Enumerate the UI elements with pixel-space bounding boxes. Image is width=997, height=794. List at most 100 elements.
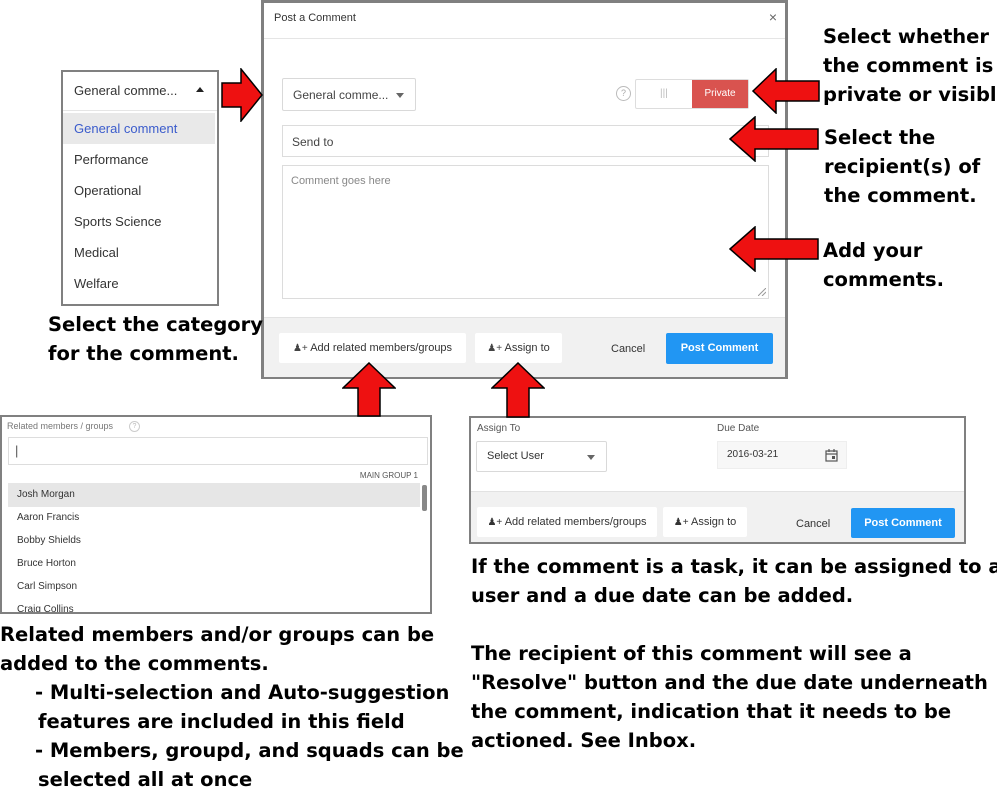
category-option-operational[interactable]: Operational [63, 175, 215, 206]
add-member-icon: ♟+ [292, 343, 308, 354]
related-members-label: Related members / groups [7, 421, 114, 431]
category-dropdown-header[interactable]: General comme... [63, 72, 217, 111]
assign-to-label: Assign to [691, 516, 737, 528]
arrow-right-icon [221, 68, 263, 122]
calendar-icon[interactable] [825, 449, 838, 462]
member-name: Carl Simpson [17, 581, 78, 592]
help-icon[interactable]: ? [616, 86, 631, 101]
annotation-related-members: Related members and/or groups can be add… [0, 620, 464, 794]
toggle-private-option[interactable]: Private [692, 80, 748, 108]
assign-to-button[interactable]: ♟+ Assign to [663, 507, 747, 537]
annotation-recipients: Select the recipient(s) of the comment. [824, 123, 980, 210]
arrow-left-icon [752, 68, 820, 114]
category-dropdown-panel: General comme... General comment Perform… [61, 70, 219, 306]
category-option-label: Sports Science [74, 214, 162, 229]
annotation-line: private or visible. [823, 83, 997, 106]
arrow-up-icon [342, 362, 396, 417]
category-option-label: Performance [74, 152, 149, 167]
resize-handle-icon[interactable] [758, 288, 766, 296]
send-to-input[interactable]: Send to [282, 125, 769, 157]
post-comment-button[interactable]: Post Comment [851, 508, 955, 538]
toggle-visible-option[interactable]: ||| [660, 88, 668, 99]
arrow-up-icon [491, 362, 545, 418]
annotation-line: Select the category [48, 313, 264, 336]
arrow-left-icon [729, 226, 819, 272]
annotation-private-visible: Select whether the comment is private or… [823, 22, 997, 109]
toggle-private-label: Private [704, 88, 736, 99]
select-user-dropdown[interactable]: Select User [476, 441, 607, 472]
annotation-task: If the comment is a task, it can be assi… [471, 552, 997, 610]
annotation-line: user and a due date can be added. [471, 584, 854, 607]
category-dropdown-selected: General comme... [74, 83, 178, 98]
help-icon[interactable]: ? [129, 421, 140, 432]
cancel-button[interactable]: Cancel [796, 518, 830, 530]
annotation-line: - Members, groupd, and squads can be [35, 739, 464, 762]
category-option-label: General comment [74, 121, 178, 136]
assign-user-icon: ♟+ [487, 343, 503, 354]
comment-textarea[interactable]: Comment goes here [282, 165, 769, 299]
member-list: Josh Morgan Aaron Francis Bobby Shields … [8, 483, 420, 614]
category-option-label: Medical [74, 245, 119, 260]
add-related-members-button[interactable]: ♟+ Add related members/groups [279, 333, 466, 363]
assign-panel: Assign To Select User Due Date 2016-03-2… [469, 416, 966, 544]
annotation-line: Add your [823, 239, 923, 262]
annotation-line: actioned. See Inbox. [471, 729, 697, 752]
list-item[interactable]: Carl Simpson [8, 576, 420, 599]
annotation-resolve: The recipient of this comment will see a… [471, 639, 988, 755]
modal-header: Post a Comment × [264, 3, 785, 39]
annotation-line: "Resolve" button and the due date undern… [471, 671, 988, 694]
group-header: MAIN GROUP 1 [359, 471, 418, 480]
due-date-heading: Due Date [717, 423, 760, 434]
annotation-line: the comment is [823, 54, 994, 77]
annotation-line: features are included in this field [38, 710, 405, 733]
related-members-panel: Related members / groups ? | MAIN GROUP … [0, 415, 432, 614]
annotation-line: Related members and/or groups can be [0, 623, 435, 646]
member-name: Josh Morgan [17, 489, 75, 500]
assign-user-icon: ♟+ [673, 517, 689, 528]
category-option-welfare[interactable]: Welfare [63, 268, 215, 299]
annotation-line: The recipient of this comment will see a [471, 642, 912, 665]
due-date-input[interactable]: 2016-03-21 [717, 441, 847, 469]
comment-placeholder: Comment goes here [291, 175, 391, 187]
add-member-icon: ♟+ [487, 517, 503, 528]
assign-to-button[interactable]: ♟+ Assign to [475, 333, 562, 363]
list-item[interactable]: Aaron Francis [8, 507, 420, 530]
category-option-sports-science[interactable]: Sports Science [63, 206, 215, 237]
category-option-performance[interactable]: Performance [63, 144, 215, 175]
add-related-members-button[interactable]: ♟+ Add related members/groups [477, 507, 657, 537]
list-item[interactable]: Josh Morgan [8, 483, 420, 507]
text-cursor: | [15, 443, 19, 458]
category-select-value: General comme... [293, 88, 389, 102]
assign-to-heading: Assign To [477, 423, 521, 434]
post-comment-label: Post Comment [680, 342, 759, 354]
visibility-toggle[interactable]: ||| Private [635, 79, 749, 109]
scrollbar[interactable] [422, 485, 427, 511]
post-comment-button[interactable]: Post Comment [666, 333, 773, 364]
related-members-input[interactable]: | [8, 437, 428, 465]
category-option-label: Operational [74, 183, 142, 198]
category-option-label: Welfare [74, 276, 119, 291]
cancel-button[interactable]: Cancel [611, 343, 645, 355]
annotation-line: comments. [823, 268, 945, 291]
annotation-line: for the comment. [48, 342, 239, 365]
post-comment-modal: Post a Comment × General comme... ? ||| … [261, 0, 788, 379]
list-item[interactable]: Craig Collins [8, 599, 420, 614]
annotation-line: the comment, indication that it needs to… [471, 700, 952, 723]
annotation-line: recipient(s) of [824, 155, 981, 178]
member-name: Craig Collins [17, 604, 74, 614]
add-related-label: Add related members/groups [504, 516, 647, 528]
annotation-line: If the comment is a task, it can be assi… [471, 555, 997, 578]
annotation-line: - Multi-selection and Auto-suggestion [35, 681, 450, 704]
category-select[interactable]: General comme... [282, 78, 416, 111]
category-option-general[interactable]: General comment [63, 113, 215, 144]
add-related-label: Add related members/groups [310, 342, 453, 354]
chevron-down-icon [396, 93, 404, 98]
list-item[interactable]: Bruce Horton [8, 553, 420, 576]
post-comment-label: Post Comment [864, 517, 942, 529]
send-to-placeholder: Send to [292, 135, 334, 149]
close-icon[interactable]: × [769, 9, 777, 25]
category-option-medical[interactable]: Medical [63, 237, 215, 268]
modal-title: Post a Comment [274, 12, 356, 24]
list-item[interactable]: Bobby Shields [8, 530, 420, 553]
annotation-line: the comment. [824, 184, 977, 207]
